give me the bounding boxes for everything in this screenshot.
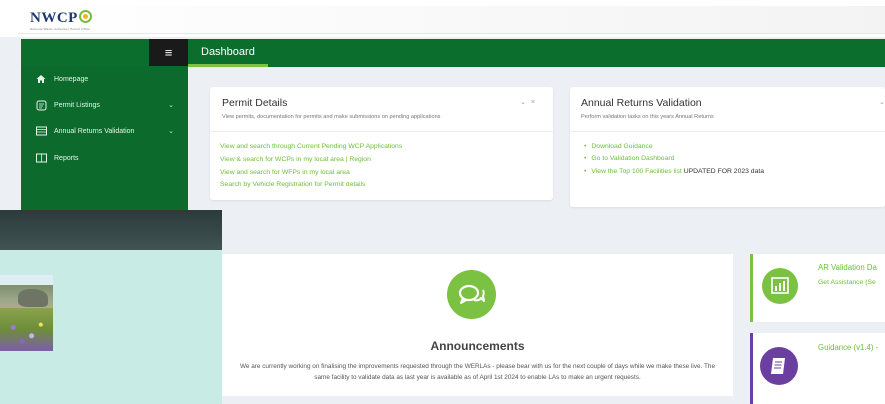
card-title: Annual Returns Validation: [581, 97, 702, 109]
list-item: • Download Guidance: [584, 143, 653, 150]
table-icon: [35, 126, 47, 138]
guidance-title[interactable]: Guidance (v1.4) -: [818, 343, 878, 352]
active-tab-indicator: [188, 64, 268, 67]
announcements-body: We are currently working on finalising t…: [239, 363, 716, 381]
sidebar-item-label: Permit Listings: [54, 102, 100, 109]
ar-validation-card[interactable]: AR Validation Da Get Assistance (Se: [750, 254, 885, 322]
listing-icon: [35, 100, 47, 112]
card-subtitle: Perform validation tasks on this years A…: [581, 114, 714, 120]
sidebar: ≡ Homepage Permit Listings ⌄ Annual Retu…: [21, 39, 188, 210]
document-icon: [760, 347, 798, 385]
link-download-guidance[interactable]: Download Guidance: [591, 143, 652, 150]
sidebar-item-annual-returns-validation[interactable]: Annual Returns Validation ⌄: [21, 122, 188, 142]
sidebar-item-homepage[interactable]: Homepage: [21, 70, 188, 90]
top-header: NWCP National Waste Collection Permit Of…: [0, 0, 885, 37]
permit-details-card: Permit Details View permits, documentati…: [210, 87, 553, 200]
card-subtitle: View permits, documentation for permits …: [222, 114, 441, 120]
chevron-down-icon: ⌄: [168, 102, 174, 109]
link-wcps-local-area[interactable]: View & search for WCPs in my local area …: [220, 156, 371, 163]
list-item: • Go to Validation Dashboard: [584, 155, 675, 162]
card-tools: ⌄: [879, 98, 885, 106]
close-icon[interactable]: ×: [531, 99, 540, 106]
card-divider: [570, 131, 885, 132]
bar-chart-icon: [762, 268, 798, 304]
nwcp-logo[interactable]: NWCP: [30, 10, 92, 27]
book-icon: [35, 153, 47, 165]
logo-subtitle: National Waste Collection Permit Office: [30, 27, 91, 31]
updated-note: UPDATED FOR 2023 data: [683, 168, 765, 175]
hamburger-icon[interactable]: ≡: [149, 39, 188, 66]
sidebar-item-label: Homepage: [54, 76, 89, 83]
link-top-100-facilities[interactable]: View the Top 100 Facilities list: [591, 168, 681, 175]
page-title: Dashboard: [201, 46, 255, 58]
sidebar-header: ≡: [21, 39, 188, 66]
link-vehicle-registration-search[interactable]: Search by Vehicle Registration for Permi…: [220, 181, 365, 188]
announcements-title: Announcements: [430, 339, 525, 353]
link-validation-dashboard[interactable]: Go to Validation Dashboard: [591, 155, 674, 162]
link-pending-wcp-applications[interactable]: View and search through Current Pending …: [220, 143, 402, 150]
list-item: • View the Top 100 Facilities list UPDATE…: [584, 168, 765, 175]
sidebar-item-label: Reports: [54, 155, 79, 162]
logo-text: NWCP: [30, 10, 78, 26]
landscape-photo: [0, 275, 53, 351]
sidebar-item-reports[interactable]: Reports: [21, 149, 188, 169]
header-band: [18, 6, 885, 34]
card-divider: [210, 131, 553, 132]
home-icon: [35, 74, 47, 86]
link-wfps-local-area[interactable]: View and search for WFPs in my local are…: [220, 169, 350, 176]
collapse-icon[interactable]: ⌄: [879, 99, 885, 106]
main-navbar: Dashboard: [188, 39, 885, 67]
card-title: Permit Details: [222, 97, 288, 109]
logo-emblem-icon: [78, 10, 92, 23]
chevron-down-icon: ⌄: [168, 128, 174, 135]
overlay-dark-band: [0, 210, 222, 250]
sidebar-item-label: Annual Returns Validation: [54, 128, 135, 135]
get-assistance-link[interactable]: Get Assistance (Se: [818, 279, 876, 286]
card-tools: ⌄×: [520, 98, 540, 106]
chat-bubbles-icon: [447, 270, 496, 319]
collapse-icon[interactable]: ⌄: [520, 99, 531, 106]
guidance-card[interactable]: Guidance (v1.4) -: [750, 333, 885, 404]
annual-returns-card: Annual Returns Validation Perform valida…: [570, 87, 885, 207]
ar-validation-title[interactable]: AR Validation Da: [818, 263, 877, 272]
sidebar-item-permit-listings[interactable]: Permit Listings ⌄: [21, 96, 188, 116]
